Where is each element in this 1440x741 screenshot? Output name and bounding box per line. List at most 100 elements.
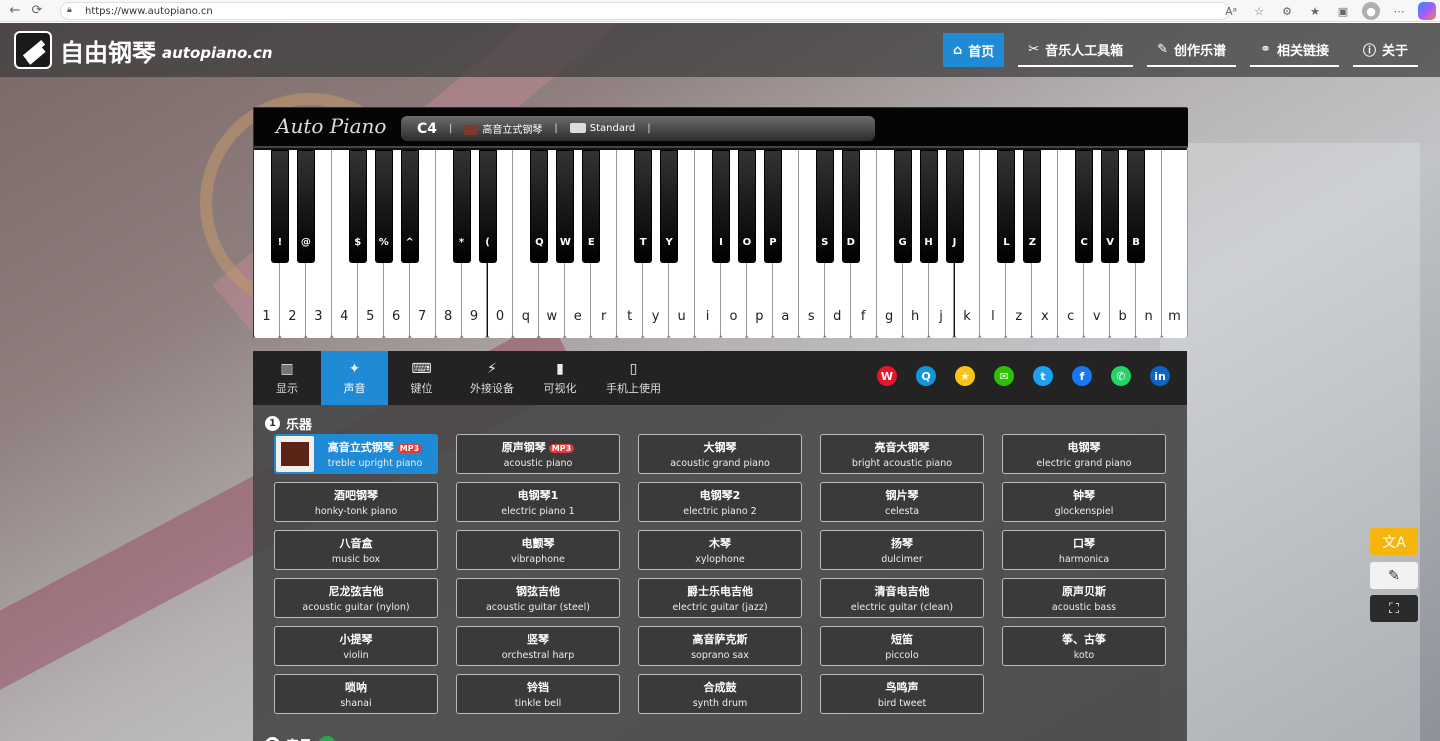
favorite-icon[interactable]: ☆ (1250, 2, 1268, 20)
instrument-button[interactable]: 扬琴 dulcimer (820, 530, 984, 570)
nav-item-label: 关于 (1381, 43, 1408, 59)
instrument-button[interactable]: 小提琴 violin (274, 626, 438, 666)
white-key[interactable]: m (1162, 150, 1188, 338)
instrument-button[interactable]: 电钢琴 electric grand piano (1002, 434, 1166, 474)
instrument-name-zh: 高音萨克斯 (639, 631, 801, 647)
tab-label: 可视化 (543, 381, 577, 395)
black-key[interactable]: ( (478, 150, 497, 263)
nav-item-2[interactable]: ✎ 创作乐谱 (1147, 33, 1237, 67)
nav-item-3[interactable]: ⚭ 相关链接 (1250, 33, 1339, 67)
black-key[interactable]: Z (1023, 150, 1042, 263)
weibo-icon[interactable]: W (877, 366, 897, 386)
instrument-button[interactable]: 钢片琴 celesta (820, 482, 984, 522)
instrument-button[interactable]: 尼龙弦吉他 acoustic guitar (nylon) (274, 578, 438, 618)
instrument-button[interactable]: 高音萨克斯 soprano sax (638, 626, 802, 666)
black-key[interactable]: J (945, 150, 964, 263)
instrument-button[interactable]: 高音立式钢琴 MP3 treble upright piano (274, 434, 438, 474)
favorites-bar-icon[interactable]: ★ (1306, 2, 1324, 20)
instrument-button[interactable]: 原声贝斯 acoustic bass (1002, 578, 1166, 618)
nav-item-0[interactable]: ⌂ 首页 (942, 33, 1005, 67)
linkedin-icon[interactable]: in (1150, 366, 1170, 386)
black-key[interactable]: C (1075, 150, 1094, 263)
key-label: E (587, 237, 595, 248)
black-key[interactable]: @ (296, 150, 315, 263)
black-key[interactable]: W (556, 150, 575, 263)
more-icon[interactable]: ⋯ (1390, 2, 1408, 20)
facebook-icon[interactable]: f (1072, 366, 1092, 386)
black-key[interactable]: S (815, 150, 834, 263)
nav-item-4[interactable]: ⓘ 关于 (1352, 33, 1418, 67)
site-title[interactable]: 自由钢琴 (60, 33, 156, 68)
instrument-button[interactable]: 唢呐 shanai (274, 674, 438, 714)
tab-0[interactable]: ▥ 显示 (253, 351, 321, 405)
instrument-button[interactable]: 钟琴 glockenspiel (1002, 482, 1166, 522)
instrument-button[interactable]: 竖琴 orchestral harp (456, 626, 620, 666)
black-key[interactable]: T (634, 150, 653, 263)
instrument-button[interactable]: 大钢琴 acoustic grand piano (638, 434, 802, 474)
instrument-button[interactable]: 原声钢琴 MP3 acoustic piano (456, 434, 620, 474)
black-key[interactable]: P (763, 150, 782, 263)
instrument-button[interactable]: 鸟鸣声 bird tweet (820, 674, 984, 714)
instrument-button[interactable]: 短笛 piccolo (820, 626, 984, 666)
section-title: 音量 (286, 735, 312, 741)
black-key[interactable]: V (1101, 150, 1120, 263)
instrument-button[interactable]: 爵士乐电吉他 electric guitar (jazz) (638, 578, 802, 618)
address-bar[interactable]: 🔒︎ https://www.autopiano.cn (60, 2, 1230, 20)
black-key[interactable]: D (841, 150, 860, 263)
translate-icon[interactable]: 文A (1370, 528, 1418, 555)
black-key[interactable]: % (374, 150, 393, 263)
section-number: 1 (265, 416, 280, 431)
instrument-button[interactable]: 电颤琴 vibraphone (456, 530, 620, 570)
black-key[interactable]: E (582, 150, 601, 263)
logo-icon[interactable] (14, 31, 52, 69)
tab-4[interactable]: ▮ 可视化 (529, 351, 591, 405)
screenshot-icon[interactable]: ⛶ (1370, 595, 1418, 622)
instrument-button[interactable]: 钢弦吉他 acoustic guitar (steel) (456, 578, 620, 618)
whatsapp-icon[interactable]: ✆ (1111, 366, 1131, 386)
instrument-button[interactable]: 合成鼓 synth drum (638, 674, 802, 714)
key-label: C (1080, 237, 1088, 248)
black-key[interactable]: * (452, 150, 471, 263)
black-key[interactable]: Y (660, 150, 679, 263)
black-key[interactable]: ! (270, 150, 289, 263)
black-key[interactable]: O (737, 150, 756, 263)
black-key[interactable]: L (997, 150, 1016, 263)
copilot-icon[interactable] (1418, 2, 1436, 20)
instrument-name-zh-text: 鸟鸣声 (885, 681, 919, 694)
tab-1[interactable]: ✦ 声音 (321, 351, 388, 405)
instrument-button[interactable]: 铃铛 tinkle bell (456, 674, 620, 714)
black-key[interactable]: ^ (400, 150, 419, 263)
refresh-icon[interactable]: ⟳ (26, 0, 48, 22)
nav-item-1[interactable]: ✂ 音乐人工具箱 (1018, 33, 1134, 67)
instrument-button[interactable]: 八音盒 music box (274, 530, 438, 570)
tab-5[interactable]: ▯ 手机上使用 (591, 351, 676, 405)
instrument-button[interactable]: 电钢琴2 electric piano 2 (638, 482, 802, 522)
wechat-icon[interactable]: ✉ (994, 366, 1014, 386)
collections-icon[interactable]: ▣ (1334, 2, 1352, 20)
instrument-name-zh: 电钢琴 (1003, 439, 1165, 455)
back-icon[interactable]: ← (4, 0, 26, 22)
tab-2[interactable]: ⌨ 键位 (388, 351, 455, 405)
qzone-icon[interactable]: ★ (955, 366, 975, 386)
instrument-button[interactable]: 亮音大钢琴 bright acoustic piano (820, 434, 984, 474)
instrument-button[interactable]: 木琴 xylophone (638, 530, 802, 570)
instrument-button[interactable]: 酒吧钢琴 honky-tonk piano (274, 482, 438, 522)
black-key[interactable]: Q (530, 150, 549, 263)
black-key[interactable]: H (919, 150, 938, 263)
key-label: % (378, 237, 389, 248)
black-key[interactable]: G (893, 150, 912, 263)
instrument-button[interactable]: 电钢琴1 electric piano 1 (456, 482, 620, 522)
black-key[interactable]: B (1127, 150, 1146, 263)
magic-wand-icon[interactable]: ✎ (1370, 562, 1418, 589)
tab-3[interactable]: ⚡ 外接设备 (455, 351, 529, 405)
profile-icon[interactable]: ● (1362, 2, 1380, 20)
black-key[interactable]: I (712, 150, 730, 263)
qq-icon[interactable]: Q (916, 366, 936, 386)
twitter-icon[interactable]: t (1033, 366, 1053, 386)
instrument-button[interactable]: 筝、古筝 koto (1002, 626, 1166, 666)
read-aloud-icon[interactable]: Aᵃ (1222, 2, 1240, 20)
extensions-icon[interactable]: ⚙ (1278, 2, 1296, 20)
instrument-button[interactable]: 口琴 harmonica (1002, 530, 1166, 570)
black-key[interactable]: $ (348, 150, 367, 263)
instrument-button[interactable]: 清音电吉他 electric guitar (clean) (820, 578, 984, 618)
